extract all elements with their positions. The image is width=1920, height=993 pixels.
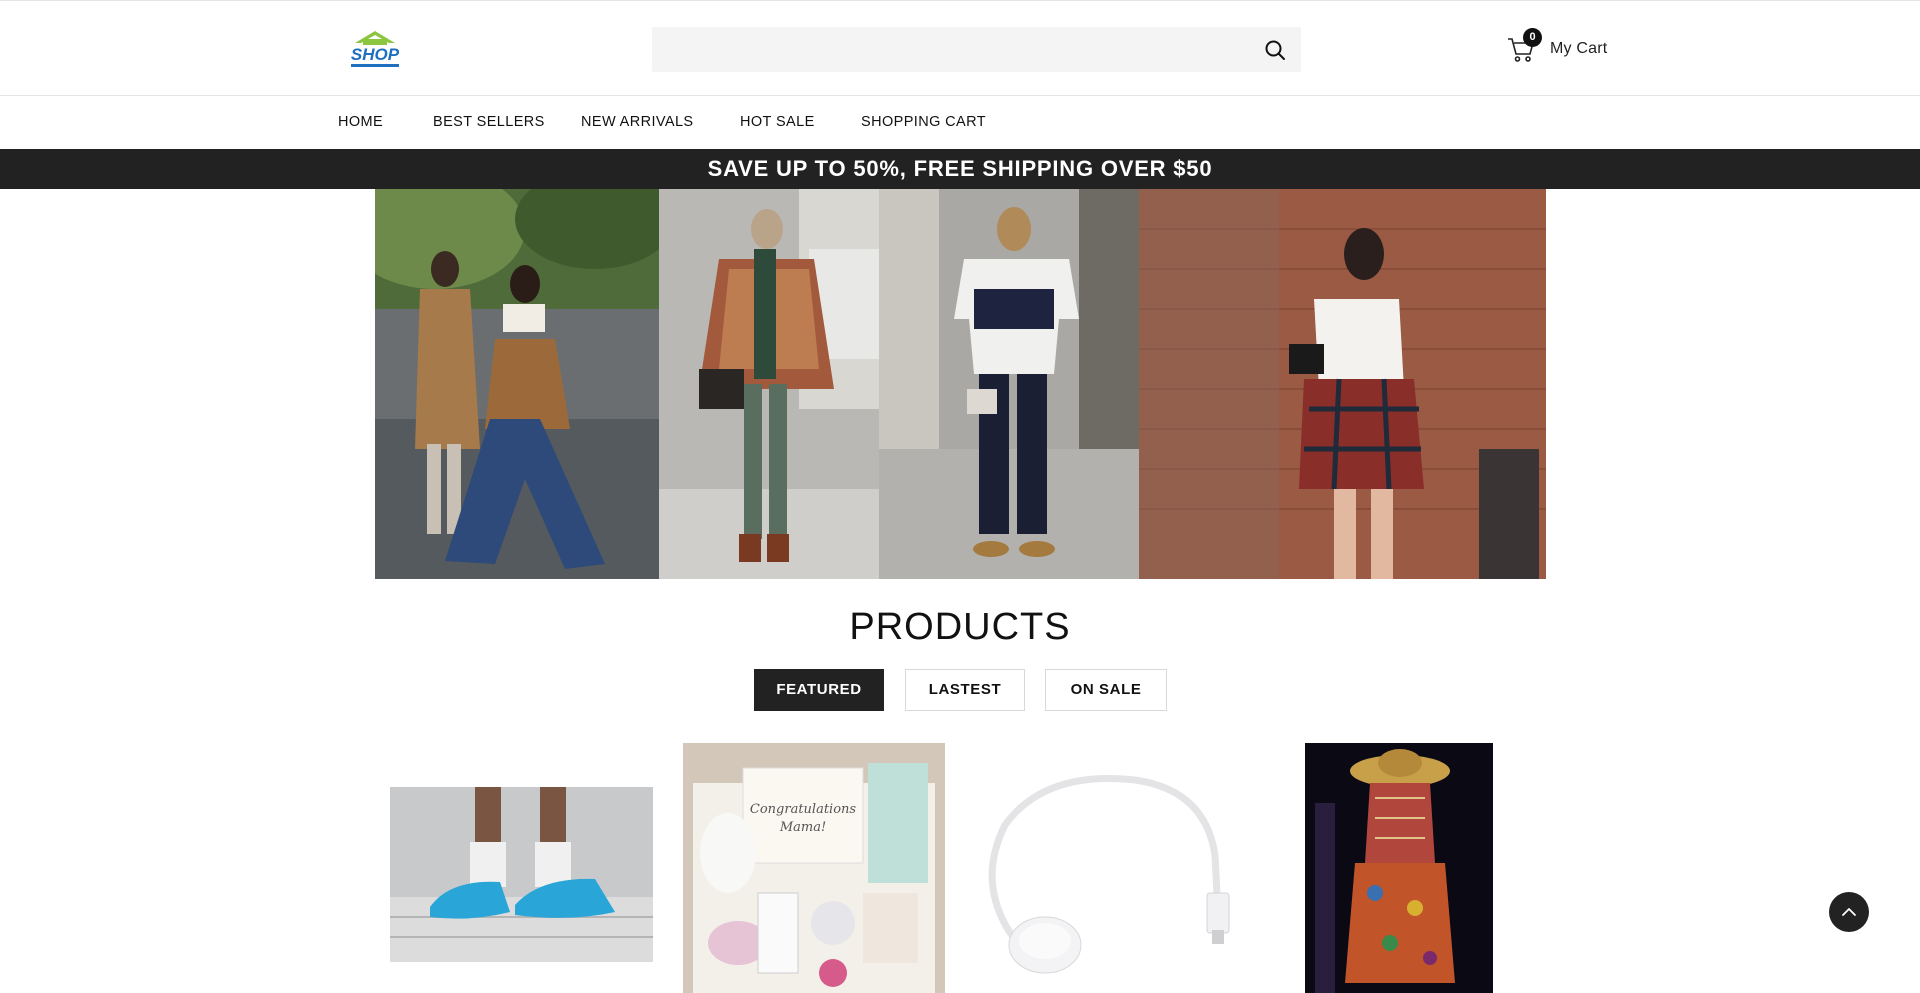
- cart-icon[interactable]: 0: [1506, 28, 1542, 64]
- scroll-to-top-button[interactable]: [1829, 892, 1869, 932]
- cart-link[interactable]: 0 My Cart: [1506, 28, 1607, 69]
- svg-text:Congratulations: Congratulations: [750, 802, 857, 817]
- shop-logo[interactable]: SHOP: [347, 29, 403, 71]
- svg-text:Mama!: Mama!: [779, 820, 826, 835]
- promo-banner: SAVE UP TO 50%, FREE SHIPPING OVER $50: [0, 149, 1920, 189]
- nav-item-shopping-cart[interactable]: SHOPPING CART: [861, 96, 986, 149]
- product-image-gift-box[interactable]: Congratulations Mama!: [683, 743, 945, 993]
- search-input[interactable]: [652, 27, 1301, 72]
- hero-image-street-duo: [375, 189, 659, 579]
- product-tabs: FEATURED LASTEST ON SALE: [0, 669, 1920, 711]
- nav-item-hot-sale[interactable]: HOT SALE: [740, 96, 815, 149]
- products-heading: PRODUCTS: [849, 606, 1071, 648]
- hero-image-striped-tee: [879, 189, 1139, 579]
- hero-banner[interactable]: [375, 189, 1546, 579]
- tab-featured[interactable]: FEATURED: [754, 669, 884, 711]
- product-image-fashion-runway[interactable]: [1305, 743, 1493, 993]
- search-bar: [652, 27, 1301, 72]
- nav-item-best-sellers[interactable]: BEST SELLERS: [433, 96, 545, 149]
- product-image-charging-cable[interactable]: [975, 765, 1237, 980]
- tab-on-sale[interactable]: ON SALE: [1045, 669, 1167, 711]
- product-image-running-shoes[interactable]: [390, 787, 653, 962]
- chevron-up-icon: [1842, 908, 1856, 916]
- hero-image-flannel-skirt: [1139, 189, 1546, 579]
- nav-item-home[interactable]: HOME: [338, 96, 383, 149]
- nav-item-new-arrivals[interactable]: NEW ARRIVALS: [581, 96, 694, 149]
- logo-text: SHOP: [351, 45, 400, 64]
- search-icon[interactable]: [1263, 38, 1287, 62]
- cart-label[interactable]: My Cart: [1550, 40, 1607, 58]
- site-header: SHOP 0 My Cart: [0, 0, 1920, 96]
- tab-lastest[interactable]: LASTEST: [905, 669, 1025, 711]
- main-nav: HOME BEST SELLERS NEW ARRIVALS HOT SALE …: [0, 96, 1920, 149]
- cart-count-badge: 0: [1523, 28, 1542, 47]
- hero-image-plaid-poncho: [659, 189, 879, 579]
